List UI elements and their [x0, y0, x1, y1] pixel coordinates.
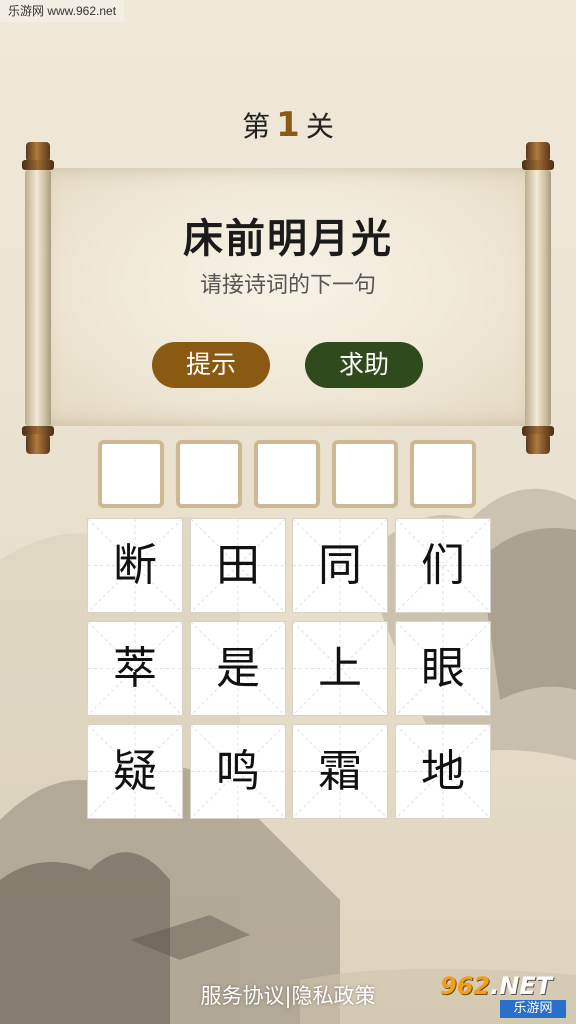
answer-slot-5[interactable]	[410, 440, 476, 508]
instruction-text: 请接诗词的下一句	[199, 273, 376, 298]
level-number: 1	[276, 105, 300, 145]
character-tile[interactable]: 们	[395, 518, 491, 613]
character-tile[interactable]: 是	[190, 621, 286, 716]
privacy-policy-link[interactable]: 隐私政策	[292, 984, 376, 1008]
character-glyph: 是	[216, 643, 260, 694]
level-prefix: 第	[242, 110, 271, 143]
character-tile[interactable]: 霜	[292, 724, 388, 819]
poem-verse: 床前明月光	[183, 216, 393, 262]
character-glyph: 同	[318, 540, 362, 591]
character-glyph: 地	[421, 746, 465, 797]
answer-slot-1[interactable]	[98, 440, 164, 508]
character-tile[interactable]: 萃	[87, 621, 183, 716]
level-indicator: 第1关	[0, 105, 576, 145]
character-tile[interactable]: 同	[292, 518, 388, 613]
character-tile[interactable]: 上	[292, 621, 388, 716]
character-glyph: 田	[216, 540, 260, 591]
character-glyph: 上	[318, 643, 362, 694]
character-glyph: 鸣	[216, 746, 260, 797]
character-tile[interactable]: 疑	[87, 724, 183, 819]
character-tile[interactable]: 断	[87, 518, 183, 613]
character-tile[interactable]: 鸣	[190, 724, 286, 819]
character-glyph: 萃	[113, 643, 157, 694]
character-glyph: 断	[113, 540, 157, 591]
answer-slot-2[interactable]	[176, 440, 242, 508]
landscape-background	[0, 488, 576, 1024]
level-suffix: 关	[305, 110, 334, 143]
terms-of-service-link[interactable]: 服务协议	[200, 984, 284, 1008]
character-glyph: 疑	[113, 746, 157, 797]
character-tile[interactable]: 地	[395, 724, 491, 819]
watermark-bottom: 962.NET 乐游网	[440, 972, 570, 1020]
character-glyph: 们	[421, 540, 465, 591]
watermark-logo: 962.NET	[440, 972, 553, 1000]
character-tile[interactable]: 眼	[395, 621, 491, 716]
help-button[interactable]: 求助	[305, 342, 423, 388]
hint-button[interactable]: 提示	[152, 342, 270, 388]
character-glyph: 眼	[421, 643, 465, 694]
watermark-top: 乐游网 www.962.net	[0, 0, 125, 22]
character-tile[interactable]: 田	[190, 518, 286, 613]
character-glyph: 霜	[318, 746, 362, 797]
answer-slot-4[interactable]	[332, 440, 398, 508]
watermark-name: 乐游网	[500, 1000, 566, 1018]
footer-separator: |	[284, 984, 292, 1008]
answer-slot-3[interactable]	[254, 440, 320, 508]
